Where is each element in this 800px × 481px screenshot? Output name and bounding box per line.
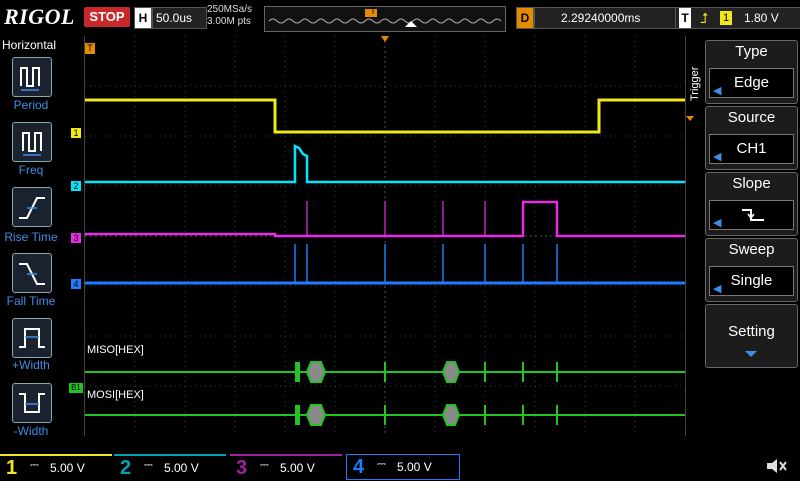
period-button[interactable] xyxy=(12,57,52,97)
mosi-decode-bus xyxy=(85,404,685,426)
rise-time-icon xyxy=(19,197,45,219)
trigger-level-marker[interactable]: T xyxy=(85,43,95,54)
left-arrow-icon: ◀ xyxy=(713,85,722,97)
rising-edge-icon: ⮥ xyxy=(700,10,709,26)
miso-label: MISO[HEX] xyxy=(87,344,144,356)
neg-width-icon xyxy=(19,393,45,413)
neg-width-label: -Width xyxy=(13,424,49,438)
trigger-source-softkey[interactable]: Source ◀ CH1 xyxy=(705,106,798,170)
speaker-mute-icon[interactable] xyxy=(764,456,788,476)
trigger-sweep-softkey[interactable]: Sweep ◀ Single xyxy=(705,238,798,302)
rise-time-label: Rise Time xyxy=(4,230,58,244)
left-arrow-icon: ◀ xyxy=(713,217,722,229)
ch2-scale: 5.00 V xyxy=(164,461,199,475)
trigger-source-title: Source xyxy=(727,109,776,126)
neg-width-button[interactable] xyxy=(12,383,52,423)
trigger-side-label: Trigger xyxy=(689,66,701,101)
ch4-scale: 5.00 V xyxy=(397,460,432,474)
trigger-setting-softkey[interactable]: Setting xyxy=(705,304,798,368)
ch3-spikes xyxy=(306,201,486,236)
run-stop-button[interactable]: STOP xyxy=(84,7,130,27)
dc-coupling-icon: ⎓ xyxy=(30,459,39,471)
falling-edge-icon xyxy=(742,209,764,221)
left-arrow-icon: ◀ xyxy=(713,283,722,295)
period-label: Period xyxy=(13,98,49,112)
pos-width-button[interactable] xyxy=(12,318,52,358)
trigger-type-title: Type xyxy=(735,43,768,60)
trigger-sweep-value-box: ◀ Single xyxy=(709,266,794,296)
miso-decode-bus xyxy=(85,361,685,383)
trigger-slope-value-box: ◀ xyxy=(709,200,794,230)
trigger-sweep-value: Single xyxy=(730,272,773,289)
submenu-arrow-icon xyxy=(745,351,757,357)
ch2-marker[interactable]: 2 xyxy=(71,181,81,191)
ch3-scale: 5.00 V xyxy=(280,461,315,475)
ch1-scale: 5.00 V xyxy=(50,461,85,475)
fall-time-icon xyxy=(19,263,45,285)
trigger-slope-softkey[interactable]: Slope ◀ xyxy=(705,172,798,236)
trigger-type-value-box: ◀ Edge xyxy=(709,68,794,98)
pos-width-icon xyxy=(19,328,45,348)
memory-waveform-preview xyxy=(268,9,502,27)
timebase-value[interactable]: 50.0us xyxy=(152,7,207,29)
bus-marker[interactable]: B1 xyxy=(69,383,83,393)
trigger-level-pointer-icon xyxy=(686,116,694,121)
ch3-marker[interactable]: 3 xyxy=(71,233,81,243)
freq-label: Freq xyxy=(18,163,44,177)
acquisition-info: 250MSa/s 3.00M pts xyxy=(207,4,252,28)
dc-coupling-icon: ⎓ xyxy=(144,459,153,471)
dc-coupling-icon: ⎓ xyxy=(260,459,269,471)
trigger-level: 1.80 V xyxy=(744,11,779,25)
trigger-setting-title: Setting xyxy=(728,323,775,340)
ch4-spikes xyxy=(294,244,558,283)
rise-time-button[interactable] xyxy=(12,187,52,227)
trigger-position-icon xyxy=(381,36,389,42)
delay-label: D xyxy=(516,7,534,29)
memory-depth: 3.00M pts xyxy=(207,16,251,27)
freq-icon xyxy=(22,132,42,156)
trigger-type-softkey[interactable]: Type ◀ Edge xyxy=(705,40,798,104)
trigger-type-value: Edge xyxy=(733,74,770,91)
trigger-sweep-title: Sweep xyxy=(728,241,775,258)
ch2-scale-tab[interactable]: 2 ⎓ 5.00 V xyxy=(114,454,226,480)
ch4-number: 4 xyxy=(353,456,365,478)
memory-marker-label: T xyxy=(370,6,376,16)
delay-value[interactable]: 2.29240000ms xyxy=(534,7,692,29)
period-icon xyxy=(20,67,40,91)
fall-time-label: Fall Time xyxy=(6,294,56,308)
trigger-status-box[interactable]: T ⮥ 1 1.80 V xyxy=(675,7,800,29)
mosi-label: MOSI[HEX] xyxy=(87,389,144,401)
ch4-scale-tab[interactable]: 4 ⎓ 5.00 V xyxy=(346,454,460,480)
trigger-status-label: T xyxy=(679,8,691,28)
ch1-marker[interactable]: 1 xyxy=(71,128,81,138)
horizontal-menu-title: Horizontal xyxy=(2,38,57,52)
trigger-source-value: CH1 xyxy=(736,140,767,157)
ch1-number: 1 xyxy=(6,457,18,479)
freq-button[interactable] xyxy=(12,122,52,162)
memory-overview-bar[interactable] xyxy=(264,6,506,32)
waveform-display[interactable]: T 1 2 3 4 B1 MISO[HEX] MOSI[HEX] xyxy=(69,36,686,436)
ch4-marker[interactable]: 4 xyxy=(71,279,81,289)
trigger-slope-title: Slope xyxy=(732,175,771,192)
timebase-label: H xyxy=(134,7,152,29)
fall-time-button[interactable] xyxy=(12,253,52,293)
ch1-scale-tab[interactable]: 1 ⎓ 5.00 V xyxy=(0,454,112,480)
waveform-canvas xyxy=(85,36,685,436)
pos-width-label: +Width xyxy=(12,358,50,372)
ch2-number: 2 xyxy=(120,457,132,479)
left-arrow-icon: ◀ xyxy=(713,151,722,163)
ch3-scale-tab[interactable]: 3 ⎓ 5.00 V xyxy=(230,454,342,480)
ch3-number: 3 xyxy=(236,457,248,479)
dc-coupling-icon: ⎓ xyxy=(377,458,386,470)
trigger-source-value-box: ◀ CH1 xyxy=(709,134,794,164)
brand-logo: RIGOL xyxy=(4,4,75,29)
sample-rate: 250MSa/s xyxy=(207,4,253,15)
trigger-channel-badge: 1 xyxy=(720,11,732,25)
